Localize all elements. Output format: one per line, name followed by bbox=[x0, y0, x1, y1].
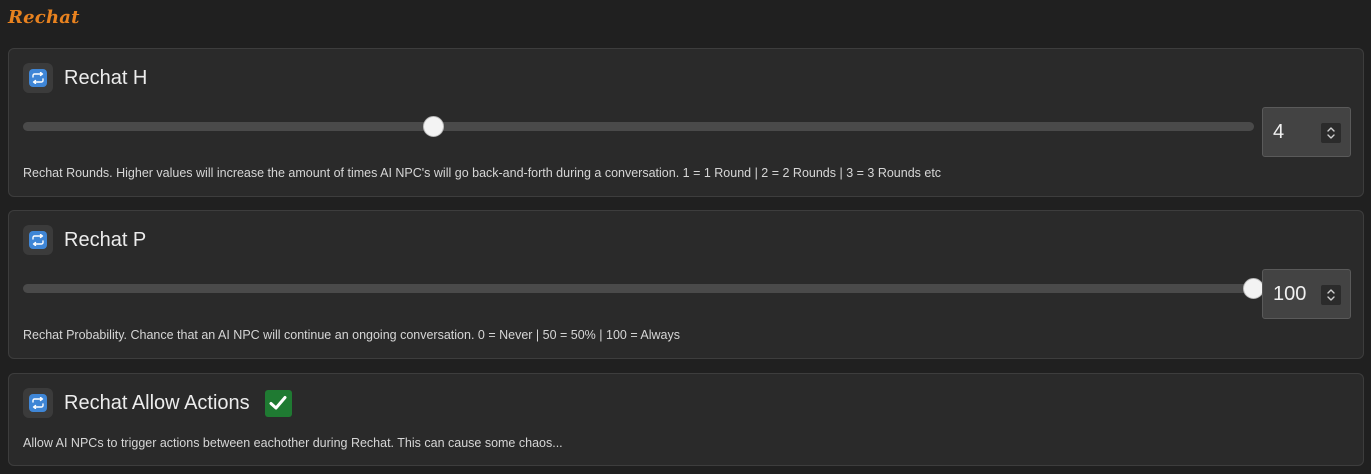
checkmark-icon bbox=[269, 396, 287, 410]
number-value: 100 bbox=[1273, 283, 1307, 305]
setting-description: Rechat Probability. Chance that an AI NP… bbox=[23, 328, 680, 342]
setting-title: Rechat Allow Actions bbox=[64, 391, 250, 414]
slider-thumb[interactable] bbox=[1243, 278, 1264, 299]
setting-header: Rechat H bbox=[23, 63, 147, 93]
rechat-p-number-input[interactable]: 100 bbox=[1262, 269, 1351, 319]
setting-description: Rechat Rounds. Higher values will increa… bbox=[23, 166, 942, 180]
setting-title: Rechat P bbox=[64, 228, 147, 251]
slider-thumb[interactable] bbox=[423, 116, 445, 137]
setting-card-rechat-h: Rechat H 4 Rechat Rounds. Higher values … bbox=[8, 48, 1364, 197]
setting-header: Rechat Allow Actions bbox=[23, 388, 292, 418]
repeat-icon bbox=[23, 388, 53, 418]
setting-card-rechat-allow-actions: Rechat Allow Actions Allow AI NPCs to tr… bbox=[8, 373, 1364, 466]
rechat-h-slider[interactable] bbox=[23, 116, 1254, 137]
setting-description: Allow AI NPCs to trigger actions between… bbox=[23, 436, 563, 450]
number-value: 4 bbox=[1273, 121, 1285, 143]
rechat-h-number-input[interactable]: 4 bbox=[1262, 107, 1351, 157]
setting-header: Rechat P bbox=[23, 225, 146, 255]
setting-card-rechat-p: Rechat P 100 Rechat Probability. Chance … bbox=[8, 210, 1364, 359]
section-title: Rechat bbox=[8, 7, 80, 28]
stepper-arrows-icon[interactable] bbox=[1321, 285, 1341, 305]
stepper-arrows-icon[interactable] bbox=[1321, 123, 1341, 143]
repeat-icon bbox=[23, 225, 53, 255]
setting-title: Rechat H bbox=[64, 66, 148, 89]
rechat-p-slider[interactable] bbox=[23, 278, 1264, 299]
allow-actions-checkbox[interactable] bbox=[264, 389, 292, 417]
repeat-icon bbox=[23, 63, 53, 93]
